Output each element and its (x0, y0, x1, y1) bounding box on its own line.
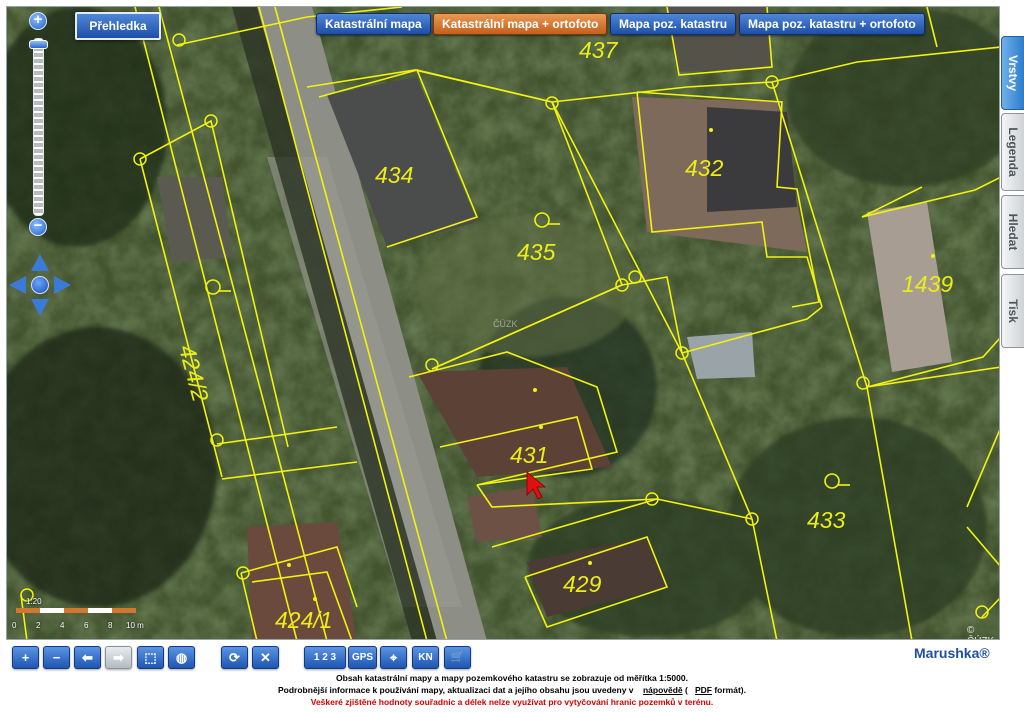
zoom-slider-track[interactable] (33, 38, 44, 216)
scale-tick: 10 m (126, 621, 144, 630)
footer-warning: Veškeré zjištěné hodnoty souřadnic a dél… (310, 697, 714, 707)
footer-paren: ( (685, 685, 688, 695)
locate-icon: ⌖ (389, 650, 398, 665)
map-viewport[interactable]: 437 434 435 432 1439 424/2 431 433 429 4… (6, 6, 1000, 640)
pan-center-icon[interactable] (31, 276, 49, 294)
layer-button-land-cadastre-map[interactable]: Mapa poz. katastru (610, 13, 737, 35)
kn-icon: KN (418, 652, 433, 663)
parcel-label[interactable]: 434 (375, 162, 413, 189)
zoom-out-tool-button[interactable]: − (43, 646, 70, 669)
brand-logo[interactable]: Marushka® (914, 645, 990, 661)
tab-legend-label: Legenda (1006, 127, 1020, 177)
zoom-out-button[interactable]: − (29, 218, 47, 236)
cart-icon: 🛒 (450, 651, 465, 663)
zoom-in-tool-button[interactable]: + (12, 646, 39, 669)
layer-button-land-cadastre-ortho[interactable]: Mapa poz. katastru + ortofoto (739, 13, 925, 35)
parcel-label[interactable]: 435 (517, 239, 555, 266)
pdf-link[interactable]: PDF (695, 685, 712, 695)
tab-search-label: Hledat (1006, 213, 1020, 251)
help-link[interactable]: nápovědě (643, 685, 683, 695)
zoom-slider-thumb[interactable] (29, 40, 48, 49)
zoom-out-icon: − (52, 650, 61, 665)
gps-icon: GPS (351, 652, 374, 663)
layer-button-cadastral-ortho[interactable]: Katastrální mapa + ortofoto (433, 13, 608, 35)
parcel-label[interactable]: 431 (510, 442, 548, 469)
footer-note-scale: Obsah katastrální mapy a mapy pozemkovéh… (336, 673, 688, 683)
tab-legend[interactable]: Legenda (1001, 113, 1024, 191)
scale-tick: 4 (60, 621, 65, 630)
zoom-box-icon: ⬚ (144, 650, 157, 665)
zoom-in-icon: + (21, 650, 30, 665)
app-window: 437 434 435 432 1439 424/2 431 433 429 4… (0, 0, 1024, 712)
overview-button[interactable]: Přehledka (75, 12, 161, 40)
scale-bar: 1:20 0 2 4 6 8 10 m (12, 597, 152, 633)
tab-print-label: Tisk (1006, 299, 1020, 323)
scale-tick: 2 (36, 621, 41, 630)
footer-help-text: Podrobnější informace k používání mapy, … (278, 685, 634, 695)
parcel-label[interactable]: 429 (563, 571, 601, 598)
cart-button[interactable]: 🛒 (444, 646, 471, 669)
zoom-extent-button[interactable]: ◍ (168, 646, 195, 669)
tab-layers-label: Vrstvy (1006, 54, 1020, 92)
tab-print[interactable]: Tisk (1001, 274, 1024, 348)
parcel-label[interactable]: 424/1 (275, 607, 333, 634)
layer-button-cadastral-map[interactable]: Katastrální mapa (316, 13, 431, 35)
pan-right-icon[interactable] (54, 276, 71, 294)
map-copyright: © ČÚZK (967, 625, 994, 639)
scale-tick: 6 (84, 621, 89, 630)
parcel-label[interactable]: 433 (807, 507, 845, 534)
footer-format-text: formát). (714, 685, 746, 695)
clear-button[interactable]: ✕ (252, 646, 279, 669)
pan-down-icon[interactable] (31, 299, 49, 316)
coordinates-icon: 1 2 3 (313, 652, 337, 663)
kn-button[interactable]: KN (412, 646, 439, 669)
locate-button[interactable]: ⌖ (380, 646, 407, 669)
forward-icon: ➡ (113, 650, 124, 665)
pan-left-icon[interactable] (9, 276, 26, 294)
scale-label: 1:20 (26, 597, 42, 606)
pan-up-icon[interactable] (31, 254, 49, 271)
refresh-icon: ⟳ (229, 650, 240, 665)
zoom-box-button[interactable]: ⬚ (137, 646, 164, 669)
parcel-label[interactable]: 437 (579, 37, 617, 64)
gps-button[interactable]: GPS (348, 646, 377, 669)
scale-tick: 8 (108, 621, 113, 630)
forward-button[interactable]: ➡ (105, 646, 132, 669)
footer-note-help: Podrobnější informace k používání mapy, … (0, 685, 1024, 695)
clear-icon: ✕ (260, 650, 271, 665)
parcel-label[interactable]: 432 (685, 155, 723, 182)
zoom-extent-icon: ◍ (175, 650, 188, 665)
tab-search[interactable]: Hledat (1001, 195, 1024, 269)
zoom-in-button[interactable]: + (29, 12, 47, 30)
parcel-label[interactable]: 1439 (902, 271, 953, 298)
coordinates-button[interactable]: 1 2 3 (304, 646, 346, 669)
pan-control (9, 254, 71, 316)
scale-tick: 0 (12, 621, 17, 630)
refresh-button[interactable]: ⟳ (221, 646, 248, 669)
back-icon: ⬅ (82, 650, 93, 665)
tab-layers[interactable]: Vrstvy (1001, 36, 1024, 110)
map-watermark: ČÚZK (493, 319, 518, 329)
back-button[interactable]: ⬅ (74, 646, 101, 669)
